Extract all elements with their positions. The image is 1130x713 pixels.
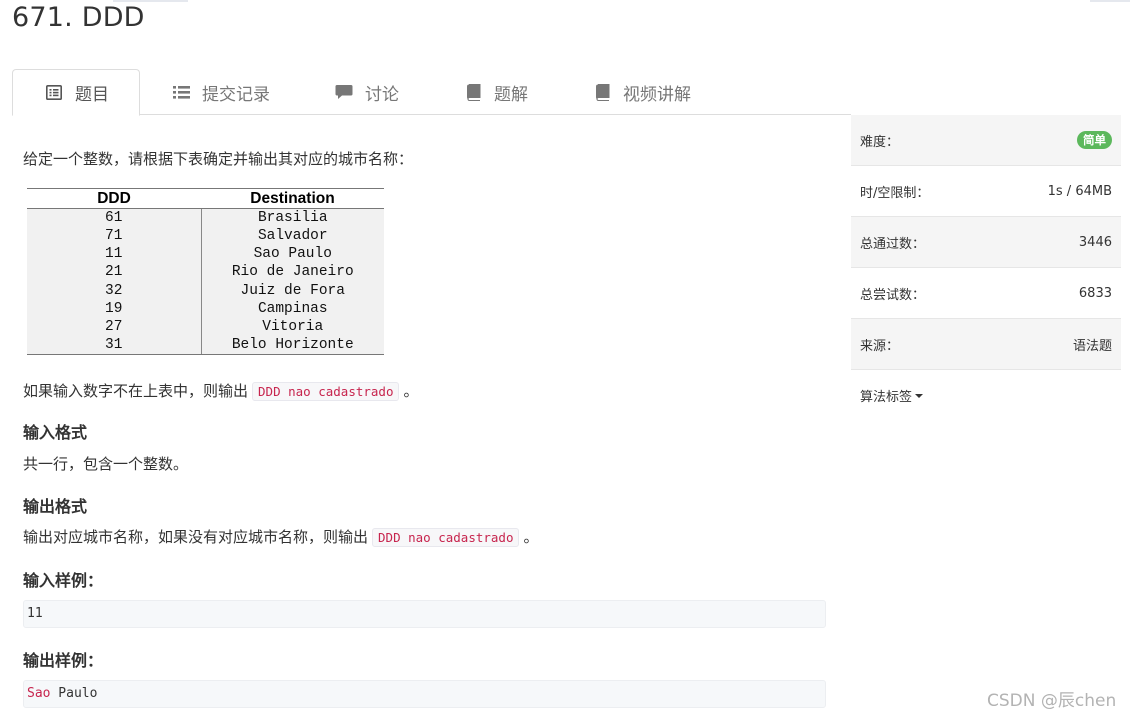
attempts-label: 总尝试数： (860, 287, 926, 303)
ddd-table: DDD Destination 61 Brasilia 71 Salvador 11… (27, 188, 384, 356)
difficulty-badge: 简单 (1077, 131, 1112, 149)
table-cell-destination: Campinas (201, 299, 384, 318)
tags-label: 算法标签 (860, 390, 913, 405)
passed-label: 总通过数： (860, 236, 926, 252)
limit-row: 时/空限制： 1s / 64MB (851, 166, 1121, 217)
table-cell-ddd: 21 (27, 263, 202, 282)
not-found-suffix: 。 (403, 382, 419, 400)
table-cell-ddd: 32 (27, 281, 202, 300)
tags-dropdown[interactable]: 算法标签 (851, 370, 1121, 421)
table-cell-destination: Rio de Janeiro (201, 263, 384, 282)
tab-problem[interactable]: 题目 (12, 69, 140, 116)
input-sample-text: 11 (27, 606, 43, 621)
problem-title: 671. DDD (12, 2, 145, 33)
table-header-destination: Destination (201, 188, 384, 209)
limit-value: 1s / 64MB (1047, 183, 1112, 199)
output-format-heading: 输出格式 (23, 497, 88, 516)
not-found-note: 如果输入数字不在上表中，则输出 DDD nao cadastrado。 (23, 380, 419, 401)
output-format-code: DDD nao cadastrado (372, 528, 520, 547)
tab-video-label: 视频讲解 (623, 84, 691, 105)
difficulty-row: 难度： 简单 (851, 115, 1121, 166)
table-cell-destination: Salvador (201, 227, 384, 246)
table-row: 19 Campinas (27, 299, 384, 318)
caret-down-icon (915, 393, 924, 398)
table-header-row: DDD Destination (27, 188, 384, 209)
source-value: 语法题 (1072, 338, 1112, 354)
output-sample-text: Paulo (50, 686, 98, 701)
output-format-suffix: 。 (523, 528, 539, 546)
list-icon (172, 83, 190, 101)
table-cell-destination: Juiz de Fora (201, 281, 384, 300)
table-row: 71 Salvador (27, 227, 384, 246)
tab-solutions-label: 题解 (494, 84, 528, 105)
source-label: 来源： (860, 338, 900, 354)
output-sample-heading: 输出样例： (23, 651, 104, 670)
table-row: 21 Rio de Janeiro (27, 263, 384, 282)
table-cell-ddd: 31 (27, 336, 202, 356)
table-row: 32 Juiz de Fora (27, 281, 384, 300)
tab-video[interactable]: 视频讲解 (593, 69, 691, 115)
table-cell-ddd: 27 (27, 317, 202, 337)
tags-toggle[interactable]: 算法标签 (860, 386, 924, 405)
passed-value: 3446 (1078, 234, 1112, 250)
attempts-row: 总尝试数： 6833 (851, 268, 1121, 319)
tab-bar: 题目 提交记录 讨论 题解 视频讲解 (12, 69, 851, 116)
tab-problem-label: 题目 (75, 85, 109, 105)
comment-icon (335, 83, 353, 101)
top-divider (1090, 0, 1130, 2)
input-format-text: 共一行，包含一个整数。 (23, 455, 189, 473)
limit-label: 时/空限制： (860, 185, 930, 201)
watermark: CSDN @辰chen (987, 691, 1117, 711)
tab-submissions-label: 提交记录 (202, 84, 270, 105)
book-icon (464, 83, 482, 101)
table-row: 27 Vitoria (27, 317, 384, 337)
table-row: 11 Sao Paulo (27, 245, 384, 264)
output-sample-block[interactable]: Sao Paulo (23, 680, 826, 708)
problem-intro: 给定一个整数，请根据下表确定并输出其对应的城市名称： (23, 150, 414, 168)
output-format-prefix: 输出对应城市名称，如果没有对应城市名称，则输出 (23, 528, 369, 546)
table-cell-ddd: 19 (27, 299, 202, 318)
table-row: 61 Brasilia (27, 208, 384, 227)
table-cell-destination: Brasilia (201, 208, 384, 227)
table-cell-ddd: 61 (27, 208, 202, 227)
attempts-value: 6833 (1078, 285, 1112, 301)
table-header-ddd: DDD (27, 188, 201, 209)
problem-info-panel: 难度： 简单 时/空限制： 1s / 64MB 总通过数： 3446 总尝试数：… (851, 115, 1121, 421)
table-cell-destination: Sao Paulo (201, 245, 384, 264)
input-sample-heading: 输入样例： (23, 571, 104, 590)
tab-solutions[interactable]: 题解 (464, 69, 528, 115)
tab-discussion-label: 讨论 (365, 84, 399, 105)
output-sample-keyword: Sao (27, 686, 51, 701)
difficulty-label: 难度： (860, 134, 900, 150)
book-icon (593, 83, 611, 101)
tab-submissions[interactable]: 提交记录 (172, 69, 270, 115)
table-cell-ddd: 71 (27, 227, 202, 246)
table-cell-ddd: 11 (27, 245, 202, 264)
table-cell-destination: Vitoria (201, 317, 384, 337)
not-found-prefix: 如果输入数字不在上表中，则输出 (23, 382, 249, 400)
input-format-heading: 输入格式 (23, 423, 88, 442)
passed-row: 总通过数： 3446 (851, 217, 1121, 268)
list-alt-icon (45, 84, 63, 102)
table-cell-destination: Belo Horizonte (201, 336, 384, 356)
input-sample-block[interactable]: 11 (23, 600, 826, 628)
source-row: 来源： 语法题 (851, 319, 1121, 370)
output-format-text: 输出对应城市名称，如果没有对应城市名称，则输出 DDD nao cadastrad… (23, 526, 539, 547)
not-found-code: DDD nao cadastrado (252, 382, 400, 401)
tab-discussion[interactable]: 讨论 (335, 69, 399, 115)
table-row: 31 Belo Horizonte (27, 336, 384, 356)
